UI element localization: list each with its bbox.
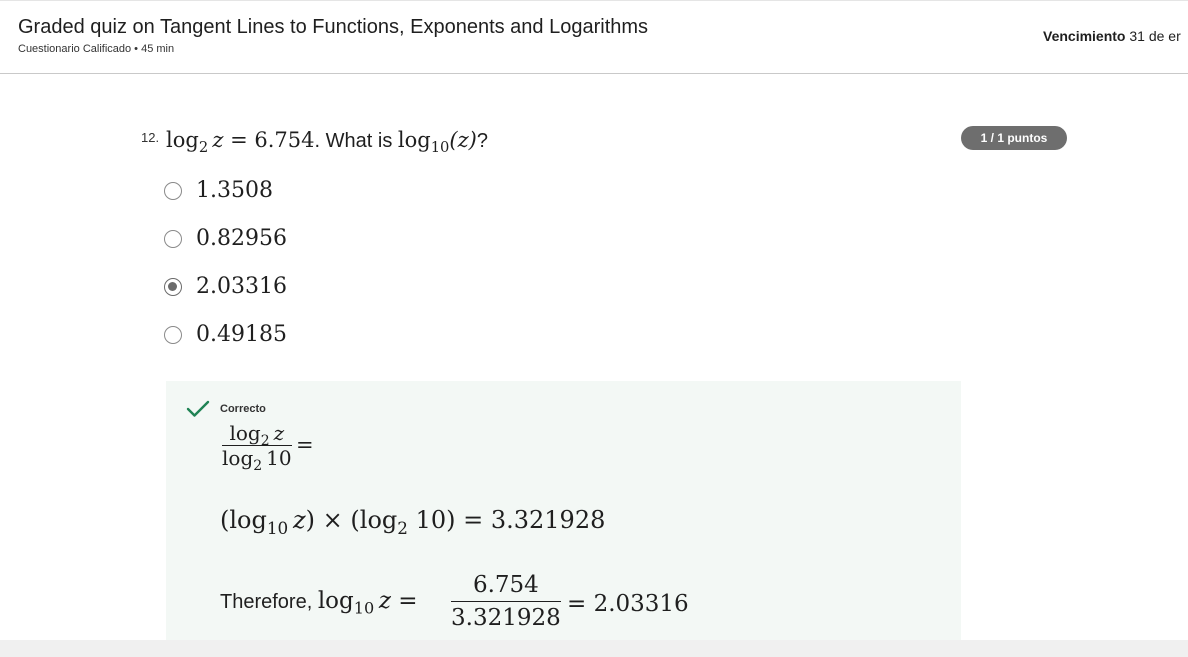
equation-value: = 6.754 <box>223 128 315 152</box>
final-result: = 2.03316 <box>567 591 689 617</box>
variable: z <box>293 506 306 534</box>
equals-sign: = <box>296 433 314 457</box>
option-label: 0.49185 <box>196 322 287 347</box>
log-base: 10 <box>266 517 289 538</box>
question-number: 12. <box>141 130 160 145</box>
answer-option-selected[interactable]: 2.03316 <box>164 272 464 302</box>
log-operator: log <box>166 128 199 152</box>
fraction-numerator: log2 z <box>222 421 292 448</box>
correct-label: Correcto <box>220 403 266 415</box>
equals-sign: = <box>390 588 418 614</box>
solution-step-3: Therefore, log10 z = <box>220 588 418 616</box>
variable: z <box>378 588 391 614</box>
question-mark: ? <box>476 130 488 152</box>
quiz-header: Graded quiz on Tangent Lines to Function… <box>0 1 1188 74</box>
checkmark-icon <box>186 400 210 417</box>
answer-option[interactable]: 0.49185 <box>164 320 464 350</box>
radio-button-selected[interactable] <box>164 278 182 296</box>
solution-step-2: (log10 z) × (log2 10) = 3.321928 <box>220 506 606 536</box>
score-badge: 1 / 1 puntos <box>961 126 1067 150</box>
expression-result: 10) = 3.321928 <box>407 506 606 534</box>
log-base: 2 <box>253 457 263 474</box>
variable: z <box>212 128 224 152</box>
log-operator: log <box>317 588 354 614</box>
quiz-page: Graded quiz on Tangent Lines to Function… <box>0 0 1188 640</box>
variable: z <box>273 421 285 445</box>
question-prompt: log2 z = 6.754. What is log10(z)? <box>166 128 488 155</box>
due-value: 31 de er <box>1129 28 1181 44</box>
log-argument: (z) <box>449 128 477 152</box>
log-operator: log <box>229 421 261 445</box>
radio-button[interactable] <box>164 230 182 248</box>
option-label: 2.03316 <box>196 274 287 299</box>
fraction-numerator: 6.754 <box>472 572 539 598</box>
feedback-panel: Correcto log2 z log2 10 = (log10 z) × (l… <box>166 381 961 640</box>
option-label: 0.82956 <box>196 226 287 251</box>
log-argument: 10 <box>266 446 292 470</box>
fraction-denominator: log2 10 <box>222 446 292 473</box>
fraction-log-ratio: log2 z log2 10 <box>222 421 292 473</box>
option-label: 1.3508 <box>196 178 273 203</box>
quiz-title: Graded quiz on Tangent Lines to Function… <box>18 16 649 38</box>
answer-option[interactable]: 0.82956 <box>164 224 464 254</box>
answer-option[interactable]: 1.3508 <box>164 176 464 206</box>
log-base: 10 <box>430 139 450 157</box>
log-operator: log <box>397 128 431 152</box>
quiz-subtitle: Cuestionario Calificado • 45 min <box>18 43 175 55</box>
expression-part: (log <box>220 506 267 534</box>
fraction-denominator: 3.321928 <box>451 605 561 631</box>
due-date: Vencimiento 31 de er <box>1043 28 1181 44</box>
log-base: 2 <box>198 139 209 157</box>
conclusion-text: Therefore, <box>220 591 318 613</box>
radio-button[interactable] <box>164 326 182 344</box>
expression-part: ) × (log <box>305 506 398 534</box>
fraction-final: 6.754 3.321928 <box>451 572 561 631</box>
question-text: . What is <box>314 130 398 152</box>
log-operator: log <box>222 446 254 470</box>
question-math-lhs: log2 z = 6.754 <box>166 128 315 155</box>
due-label: Vencimiento <box>1043 28 1126 44</box>
radio-button[interactable] <box>164 182 182 200</box>
log-base: 2 <box>397 517 408 538</box>
log-base: 10 <box>353 598 375 618</box>
question-math-rhs: log10(z) <box>397 128 477 155</box>
